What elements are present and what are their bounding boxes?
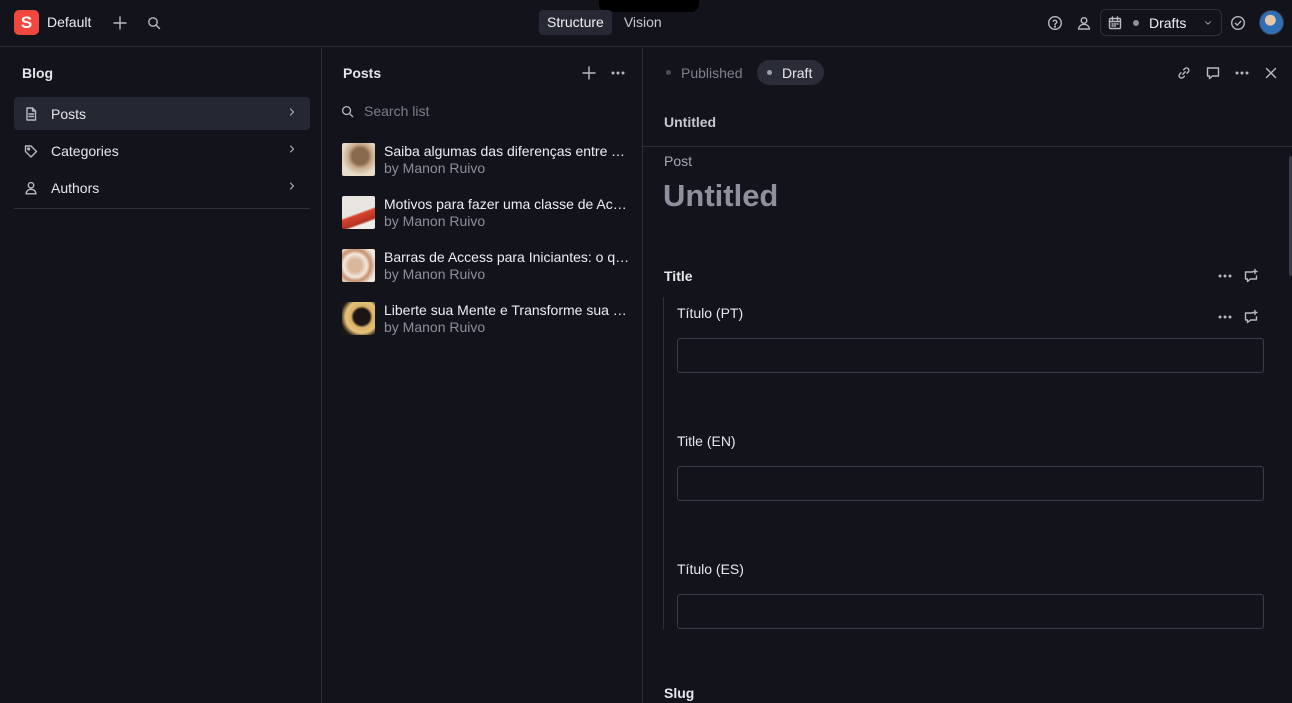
user-avatar[interactable] [1259, 10, 1284, 35]
post-thumbnail [342, 302, 375, 335]
title-es-input[interactable] [677, 594, 1264, 629]
tab-vision[interactable]: Vision [616, 10, 670, 35]
document-type-label: Post [664, 153, 693, 169]
top-navbar: S Default Structure Vision Drafts [0, 0, 1292, 47]
presence-button[interactable] [1075, 14, 1093, 32]
workspace-name[interactable]: Default [47, 14, 91, 30]
plus-icon [582, 66, 596, 80]
list-item[interactable]: Saiba algumas das diferenças entre Terap… [342, 142, 630, 178]
copy-link-button[interactable] [1175, 64, 1193, 82]
help-icon [1047, 15, 1063, 31]
fieldset-indent-bar [663, 297, 664, 629]
comment-icon [1206, 67, 1220, 80]
field-group-title-label: Title [664, 268, 693, 284]
help-button[interactable] [1046, 14, 1064, 32]
sidebar-item-categories[interactable]: Categories [14, 134, 310, 167]
field-label-title-es: Título (ES) [677, 561, 744, 577]
status-dot [666, 70, 671, 75]
users-icon [1077, 17, 1091, 30]
perspective-label: Drafts [1149, 14, 1187, 31]
search-icon [148, 17, 161, 30]
add-comment-icon[interactable] [1243, 309, 1259, 325]
post-author: by Manon Ruivo [384, 213, 486, 229]
plus-icon [113, 16, 127, 30]
post-thumbnail [342, 249, 375, 282]
user-icon [25, 181, 37, 194]
post-author: by Manon Ruivo [384, 160, 486, 176]
divider [643, 146, 1292, 147]
document-title: Untitled [663, 178, 779, 213]
tag-icon [24, 144, 38, 158]
calendar-icon [1108, 15, 1122, 29]
post-title: Barras de Access para Iniciantes: o que … [384, 249, 630, 265]
status-dot [767, 70, 772, 75]
perspective-dot [1133, 19, 1139, 26]
more-horizontal-icon[interactable] [1217, 268, 1233, 284]
chevron-right-icon [289, 145, 295, 153]
field-label-title-en: Title (EN) [677, 433, 736, 449]
list-search [340, 100, 630, 122]
close-pane-button[interactable] [1262, 64, 1280, 82]
sidebar-item-label: Categories [51, 142, 119, 159]
divider [14, 208, 310, 209]
post-title: Saiba algumas das diferenças entre Terap… [384, 143, 630, 159]
document-menu-button[interactable] [1233, 64, 1251, 82]
search-input[interactable] [364, 103, 614, 119]
list-item[interactable]: Barras de Access para Iniciantes: o que … [342, 248, 630, 284]
pane-title: Posts [343, 65, 382, 81]
chevron-right-icon [289, 182, 295, 190]
close-icon [1265, 67, 1277, 79]
document-icon [26, 106, 37, 121]
status-label: Draft [782, 64, 813, 81]
post-title: Motivos para fazer uma classe de Access … [384, 196, 630, 212]
post-thumbnail [342, 143, 375, 176]
field-label-title-pt: Título (PT) [677, 305, 744, 321]
create-new-button[interactable] [111, 14, 129, 32]
pane-title: Blog [22, 65, 54, 81]
sidebar-item-label: Posts [51, 105, 87, 122]
pane-menu-button[interactable] [609, 64, 627, 82]
global-search-button[interactable] [145, 14, 163, 32]
perspective-select[interactable]: Drafts [1100, 9, 1222, 36]
sidebar-item-authors[interactable]: Authors [14, 171, 310, 204]
tab-structure[interactable]: Structure [539, 10, 612, 35]
tool-switcher: Structure Vision [539, 10, 670, 35]
create-post-button[interactable] [580, 64, 598, 82]
status-draft[interactable]: Draft [757, 60, 825, 85]
chevron-down-icon [1205, 21, 1211, 25]
field-label-slug: Slug [664, 685, 695, 701]
post-title: Liberte sua Mente e Transforme sua Vida [384, 302, 630, 318]
field-group-actions [1217, 268, 1259, 284]
link-icon [1178, 67, 1190, 79]
more-horizontal-icon [1235, 71, 1249, 75]
studio-logo[interactable]: S [14, 10, 39, 35]
more-horizontal-icon[interactable] [1217, 309, 1233, 325]
title-en-input[interactable] [677, 466, 1264, 501]
sidebar-item-label: Authors [51, 179, 100, 196]
list-item[interactable]: Motivos para fazer uma classe de Access … [342, 195, 630, 231]
post-author: by Manon Ruivo [384, 266, 486, 282]
check-circle-icon [1230, 15, 1246, 31]
add-comment-icon[interactable] [1243, 268, 1259, 284]
field-actions [1217, 309, 1259, 325]
comments-button[interactable] [1204, 64, 1222, 82]
sidebar-item-posts[interactable]: Posts [14, 97, 310, 130]
posts-pane: Posts Saiba algumas das diferenças entre… [322, 48, 643, 703]
blog-pane: Blog Posts Categories Authors [0, 48, 322, 703]
list-item[interactable]: Liberte sua Mente e Transforme sua Vida … [342, 301, 630, 337]
post-author: by Manon Ruivo [384, 319, 486, 335]
search-icon [341, 105, 354, 117]
tasks-button[interactable] [1229, 14, 1247, 32]
document-pane: Published Draft Untitled Post Untitled T… [643, 48, 1292, 703]
title-pt-input[interactable] [677, 338, 1264, 373]
document-header-title: Untitled [664, 114, 717, 130]
chevron-right-icon [289, 108, 295, 116]
more-horizontal-icon [611, 71, 625, 75]
status-published[interactable]: Published [656, 60, 755, 85]
post-thumbnail [342, 196, 375, 229]
status-label: Published [681, 64, 743, 81]
